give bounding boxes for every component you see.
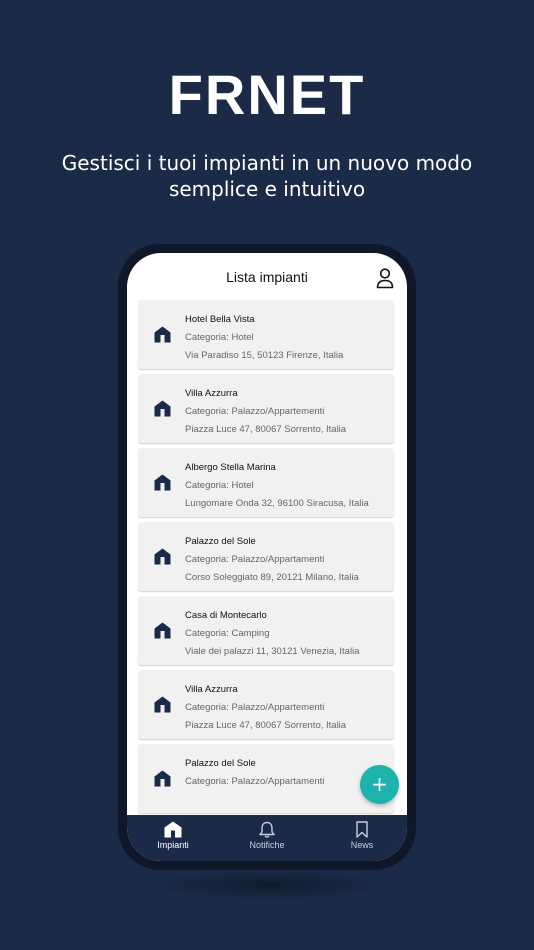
house-icon — [154, 770, 171, 787]
hero-subtitle-line1: Gestisci i tuoi impianti in un nuovo mod… — [61, 151, 473, 175]
phone-shadow — [150, 870, 390, 900]
plant-address: Viale dei palazzi 11, 30121 Venezia, Ita… — [185, 646, 360, 657]
bottom-navigation: Impianti Notifiche News — [127, 815, 407, 861]
user-icon[interactable] — [375, 267, 395, 289]
house-icon — [154, 326, 171, 343]
plant-list: Hotel Bella Vista Categoria: Hotel Via P… — [127, 300, 407, 815]
app-screen: Lista impianti Hotel Bella Vista Categor… — [127, 253, 407, 861]
plant-address: Piazza Luce 47, 80067 Sorrento, Italia — [185, 424, 347, 435]
plant-name: Villa Azzurra — [185, 388, 238, 399]
plant-name: Albergo Stella Marina — [185, 462, 276, 473]
plant-category: Categoria: Palazzo/Appartementi — [185, 406, 325, 417]
plant-card[interactable]: Villa Azzurra Categoria: Palazzo/Apparte… — [138, 670, 394, 739]
plant-category: Categoria: Palazzo/Appartementi — [185, 702, 325, 713]
plant-name: Palazzo del Sole — [185, 536, 256, 547]
bookmark-icon — [356, 821, 368, 838]
add-plant-button[interactable]: + — [360, 765, 399, 804]
nav-label: Notifiche — [249, 840, 285, 850]
page-title: Lista impianti — [226, 269, 308, 285]
plant-name: Hotel Bella Vista — [185, 314, 255, 325]
house-icon — [154, 400, 171, 417]
plant-address: Via Paradiso 15, 50123 Firenze, Italia — [185, 350, 344, 361]
plant-card[interactable]: Palazzo del Sole Categoria: Palazzo/Appa… — [138, 744, 394, 813]
plant-card[interactable]: Hotel Bella Vista Categoria: Hotel Via P… — [138, 300, 394, 369]
app-header: Lista impianti — [127, 253, 407, 299]
bell-icon — [259, 821, 275, 838]
plant-name: Palazzo del Sole — [185, 758, 256, 769]
house-icon — [154, 474, 171, 491]
hero-subtitle: Gestisci i tuoi impianti in un nuovo mod… — [40, 150, 494, 202]
house-icon — [164, 821, 182, 838]
plant-category: Categoria: Camping — [185, 628, 270, 639]
plant-category: Categoria: Hotel — [185, 480, 254, 491]
house-icon — [154, 622, 171, 639]
plant-category: Categoria: Hotel — [185, 332, 254, 343]
house-icon — [154, 548, 171, 565]
plant-name: Villa Azzurra — [185, 684, 238, 695]
nav-label: News — [350, 840, 374, 850]
plant-category: Categoria: Palazzo/Appartamenti — [185, 554, 325, 565]
plant-address: Lungomare Onda 32, 96100 Siracusa, Itali… — [185, 498, 369, 509]
hero-subtitle-line2: semplice e intuitivo — [168, 177, 366, 201]
nav-item-impianti[interactable]: Impianti — [128, 821, 218, 857]
plant-card[interactable]: Albergo Stella Marina Categoria: Hotel L… — [138, 448, 394, 517]
nav-label: Impianti — [157, 840, 189, 850]
plant-category: Categoria: Palazzo/Appartamenti — [185, 776, 325, 787]
plant-address: Piazza Luce 47, 80067 Sorrento, Italia — [185, 720, 347, 731]
house-icon — [154, 696, 171, 713]
nav-item-news[interactable]: News — [317, 821, 407, 857]
plant-card[interactable]: Palazzo del Sole Categoria: Palazzo/Appa… — [138, 522, 394, 591]
plant-name: Casa di Montecarlo — [185, 610, 267, 621]
nav-item-notifiche[interactable]: Notifiche — [222, 821, 312, 857]
hero-title: FRNET — [168, 63, 366, 126]
plus-icon: + — [371, 772, 388, 796]
plant-card[interactable]: Villa Azzurra Categoria: Palazzo/Apparte… — [138, 374, 394, 443]
phone-mockup: Lista impianti Hotel Bella Vista Categor… — [118, 244, 416, 870]
plant-address: Corso Soleggiato 89, 20121 Milano, Itali… — [185, 572, 359, 583]
plant-card[interactable]: Casa di Montecarlo Categoria: Camping Vi… — [138, 596, 394, 665]
